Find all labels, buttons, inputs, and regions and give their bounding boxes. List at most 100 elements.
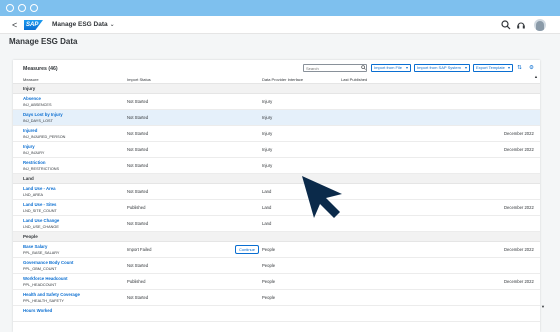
table-row[interactable]: Days Lost by Injury INJ_DAYS_LOST Not Star… bbox=[13, 110, 540, 126]
measure-name-link[interactable]: Hours Worked bbox=[23, 308, 52, 314]
table-row[interactable]: Land Use - Area LND_AREA Not Started Land bbox=[13, 184, 540, 200]
group-header-label: People bbox=[23, 234, 38, 239]
data-provider-interface: Injury bbox=[262, 131, 273, 136]
import-status: Not Started bbox=[127, 263, 149, 268]
table-row[interactable]: Injured INJ_INJURED_PERSON Not Started Inju… bbox=[13, 126, 540, 142]
group-header-label: Land bbox=[23, 176, 34, 181]
measure-name-link[interactable]: Workforce Headcount bbox=[23, 276, 68, 282]
import-status: Not Started bbox=[127, 163, 149, 168]
data-provider-interface: Injury bbox=[262, 115, 273, 120]
app-shell: < SAP Manage ESG Data ⌄ Manage ESG Data M… bbox=[0, 16, 560, 332]
help-icon[interactable] bbox=[515, 19, 527, 31]
measure-name-link[interactable]: Governance Body Count bbox=[23, 260, 73, 266]
search-icon[interactable] bbox=[500, 19, 512, 31]
measure-code: LND_SITE_COUNT bbox=[23, 209, 57, 213]
column-header-measure[interactable]: Measure bbox=[23, 77, 39, 82]
measure-code: INJ_INJURED_PERSON bbox=[23, 135, 66, 139]
table-row[interactable]: Land Use - Sites LND_SITE_COUNT Published L… bbox=[13, 200, 540, 216]
table-row[interactable]: Workforce Headcount PPL_HEADCOUNT Publishe… bbox=[13, 274, 540, 290]
data-provider-interface: Injury bbox=[262, 147, 273, 152]
measure-code: INJ_ABSENCES bbox=[23, 103, 52, 107]
settings-icon[interactable]: ⚙ bbox=[528, 64, 535, 72]
import-status: Not Started bbox=[127, 115, 149, 120]
measure-code: INJ_INJURY bbox=[23, 151, 45, 155]
group-header-row[interactable]: Land bbox=[13, 174, 540, 184]
import-status: Not Started bbox=[127, 189, 149, 194]
scroll-up-icon[interactable]: ▲ bbox=[534, 74, 538, 79]
measure-name-link[interactable]: Injury bbox=[23, 144, 35, 150]
measure-code: PPL_HEADCOUNT bbox=[23, 283, 57, 287]
dropdown-icon: ▾ bbox=[507, 65, 510, 70]
measure-code: INJ_RESTRICTIONS bbox=[23, 167, 60, 171]
search-input[interactable] bbox=[303, 64, 367, 72]
measure-name-link[interactable]: Base Salary bbox=[23, 244, 47, 250]
continue-button[interactable]: Continue bbox=[235, 245, 259, 254]
measure-code: PPL_GBM_COUNT bbox=[23, 267, 57, 271]
table-row[interactable]: Hours Worked bbox=[13, 306, 540, 322]
back-button[interactable]: < bbox=[12, 19, 17, 31]
last-published: December 2022 bbox=[504, 279, 534, 284]
group-header-row[interactable]: Injury bbox=[13, 84, 540, 94]
window-minimize-button[interactable] bbox=[18, 4, 26, 12]
user-avatar[interactable] bbox=[534, 19, 546, 31]
measure-name-link[interactable]: Health and Safety Coverage bbox=[23, 292, 80, 298]
table-row[interactable]: Absence INJ_ABSENCES Not Started Injury bbox=[13, 94, 540, 110]
import-from-file-label: Import from File bbox=[374, 65, 403, 70]
dropdown-icon: ▾ bbox=[464, 65, 467, 70]
data-provider-interface: Land bbox=[262, 221, 272, 226]
data-provider-interface: Injury bbox=[262, 99, 273, 104]
last-published: December 2022 bbox=[504, 131, 534, 136]
measure-name-link[interactable]: Restriction bbox=[23, 160, 45, 166]
table-row[interactable]: Health and Safety Coverage PPL_HEALTH_SAF… bbox=[13, 290, 540, 306]
import-status: Not Started bbox=[127, 99, 149, 104]
measure-name-link[interactable]: Land Use - Sites bbox=[23, 202, 56, 208]
app-title-menu[interactable]: Manage ESG Data ⌄ bbox=[52, 20, 115, 30]
group-header-row[interactable]: People bbox=[13, 232, 540, 242]
data-provider-interface: Land bbox=[262, 189, 272, 194]
dropdown-icon: ▾ bbox=[405, 65, 408, 70]
table-title: Measures (46) bbox=[23, 66, 58, 72]
import-status: Published bbox=[127, 205, 146, 210]
data-provider-interface: Injury bbox=[262, 163, 273, 168]
column-header-last-published[interactable]: Last Published bbox=[341, 77, 367, 82]
measure-code: PPL_BASE_SALARY bbox=[23, 251, 60, 255]
export-template-label: Export Template bbox=[476, 65, 505, 70]
import-from-file-button[interactable]: Import from File ▾ bbox=[371, 64, 411, 72]
measure-name-link[interactable]: Days Lost by Injury bbox=[23, 112, 63, 118]
import-status: Not Started bbox=[127, 221, 149, 226]
data-provider-interface: Land bbox=[262, 205, 272, 210]
import-status: Not Started bbox=[127, 295, 149, 300]
measure-name-link[interactable]: Land Use - Area bbox=[23, 186, 56, 192]
data-provider-interface: People bbox=[262, 263, 276, 268]
measure-code: LND_USE_CHANGE bbox=[23, 225, 59, 229]
last-published: December 2022 bbox=[504, 147, 534, 152]
scroll-down-icon[interactable]: ▼ bbox=[541, 304, 545, 309]
search-field-icon[interactable] bbox=[361, 65, 366, 70]
mouse-cursor-icon bbox=[302, 176, 342, 218]
column-header-import-status[interactable]: Import Status bbox=[127, 77, 151, 82]
table-row[interactable]: Governance Body Count PPL_GBM_COUNT Not St… bbox=[13, 258, 540, 274]
measure-code: INJ_DAYS_LOST bbox=[23, 119, 53, 123]
column-header-data-provider[interactable]: Data Provider Interface bbox=[262, 77, 303, 82]
table-row[interactable]: Base Salary PPL_BASE_SALARY Import Failed P… bbox=[13, 242, 540, 258]
table-row[interactable]: Land Use Change LND_USE_CHANGE Not Started… bbox=[13, 216, 540, 232]
chevron-down-icon: ⌄ bbox=[109, 22, 115, 28]
import-status: Not Started bbox=[127, 147, 149, 152]
measure-name-link[interactable]: Injured bbox=[23, 128, 37, 134]
sort-icon[interactable]: ⇅ bbox=[516, 64, 523, 72]
window-close-button[interactable] bbox=[6, 4, 14, 12]
export-template-button[interactable]: Export Template ▾ bbox=[473, 64, 513, 72]
import-status: Not Started bbox=[127, 131, 149, 136]
table-row[interactable]: Injury INJ_INJURY Not Started Injury Decembe… bbox=[13, 142, 540, 158]
table-row[interactable]: Restriction INJ_RESTRICTIONS Not Started In… bbox=[13, 158, 540, 174]
import-from-sap-button[interactable]: Import from SAP System ▾ bbox=[414, 64, 470, 72]
data-provider-interface: People bbox=[262, 247, 276, 252]
sap-logo[interactable]: SAP bbox=[24, 20, 43, 30]
data-provider-interface: People bbox=[262, 295, 276, 300]
measure-name-link[interactable]: Absence bbox=[23, 96, 41, 102]
measure-name-link[interactable]: Land Use Change bbox=[23, 218, 59, 224]
window-maximize-button[interactable] bbox=[30, 4, 38, 12]
page-title: Manage ESG Data bbox=[9, 37, 78, 46]
measure-code: LND_AREA bbox=[23, 193, 44, 197]
group-header-label: Injury bbox=[23, 86, 36, 91]
